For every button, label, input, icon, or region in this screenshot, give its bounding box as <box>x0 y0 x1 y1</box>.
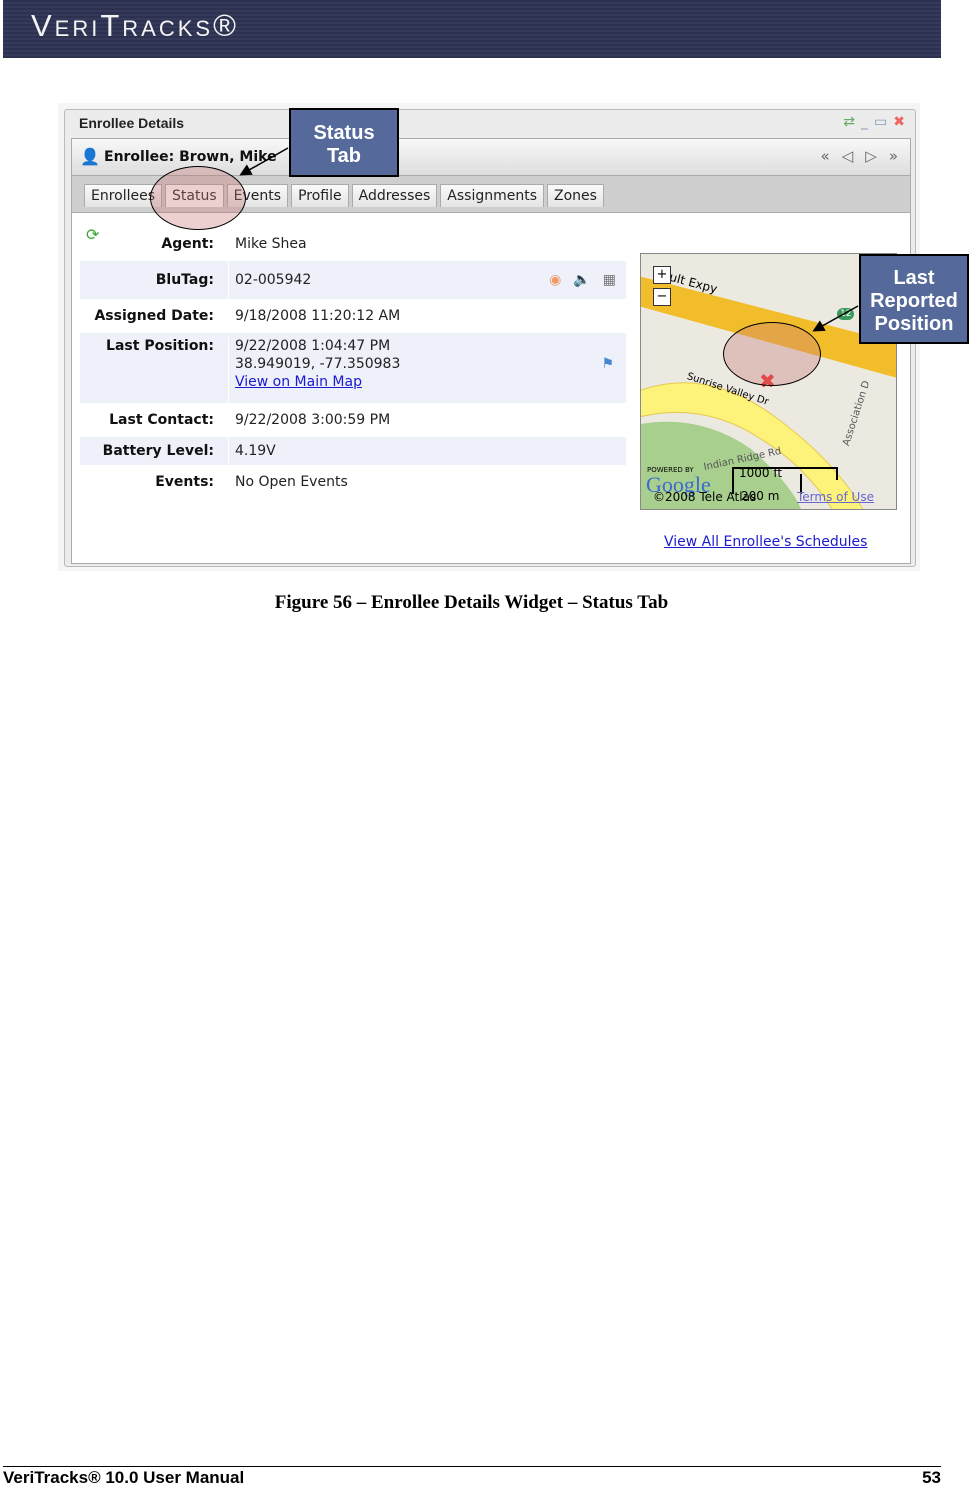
first-icon[interactable]: « <box>821 147 830 165</box>
map-copyright: ©2008 Tele Atlas <box>653 490 757 504</box>
prev-icon[interactable]: ◁ <box>842 147 854 165</box>
status-tab-callout: Status Tab <box>289 108 399 177</box>
field-events: Events: No Open Events <box>80 467 626 497</box>
field-last-contact: Last Contact: 9/22/2008 3:00:59 PM <box>80 405 626 435</box>
last-icon[interactable]: » <box>889 147 898 165</box>
refresh-icon[interactable]: ⇄ <box>843 114 855 130</box>
map-scale: 1000 ft <box>739 466 783 480</box>
tab-addresses[interactable]: Addresses <box>351 184 438 207</box>
field-blutag: BluTag: 02-005942 ◉ 🔈 ▦ <box>80 261 626 299</box>
field-agent: Agent: Mike Shea <box>80 229 626 259</box>
page-number: 53 <box>922 1468 941 1487</box>
user-icon: 👤 <box>80 147 100 166</box>
minimize-icon[interactable]: _ <box>861 114 868 130</box>
tab-assignments[interactable]: Assignments <box>440 184 545 207</box>
next-icon[interactable]: ▷ <box>865 147 877 165</box>
view-schedules-link[interactable]: View All Enrollee's Schedules <box>664 534 867 550</box>
last-position-callout: Last Reported Position <box>859 254 969 344</box>
page-footer: VeriTracks® 10.0 User Manual 53 <box>3 1466 941 1488</box>
figure-caption: Figure 56 – Enrollee Details Widget – St… <box>274 592 669 613</box>
field-assigned-date: Assigned Date: 9/18/2008 11:20:12 AM <box>80 301 626 331</box>
close-icon[interactable]: ✖ <box>893 114 905 130</box>
field-last-position: Last Position: 9/22/2008 1:04:47 PM 38.94… <box>80 333 626 403</box>
tab-profile[interactable]: Profile <box>291 184 349 207</box>
terms-link[interactable]: Terms of Use <box>797 490 874 504</box>
speaker-icon[interactable]: 🔈 <box>573 261 590 299</box>
header-banner: VeriTracks® <box>3 0 941 58</box>
zoom-out-button[interactable]: − <box>653 288 671 306</box>
status-tab-highlight <box>150 166 246 230</box>
widget-title: Enrollee Details <box>79 115 185 131</box>
veritracks-logo: VeriTracks® <box>31 8 239 43</box>
route-badge: 12 <box>837 308 855 320</box>
zoom-in-button[interactable]: + <box>653 266 671 284</box>
enrollee-name: Enrollee: Brown, Mike <box>104 149 277 165</box>
view-on-main-map-link[interactable]: View on Main Map <box>235 374 362 390</box>
position-highlight <box>723 322 821 386</box>
device-icon[interactable]: ▦ <box>603 261 616 299</box>
signal-icon[interactable]: ◉ <box>549 261 561 299</box>
maximize-icon[interactable]: ▭ <box>874 114 887 130</box>
tab-zones[interactable]: Zones <box>547 184 604 207</box>
field-battery: Battery Level: 4.19V <box>80 437 626 465</box>
map-pin-icon[interactable]: ⚑ <box>601 355 614 373</box>
footer-title: VeriTracks® 10.0 User Manual <box>3 1468 245 1487</box>
